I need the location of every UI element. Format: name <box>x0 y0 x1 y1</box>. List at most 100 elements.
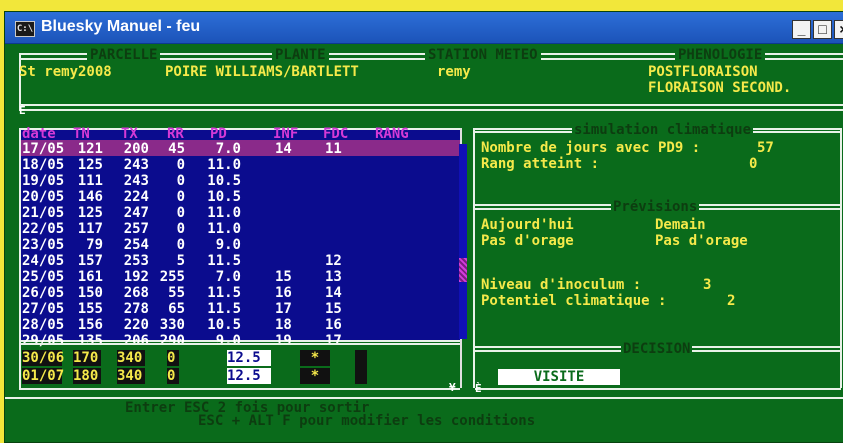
parcelle-value[interactable]: St remy2008 <box>19 64 112 80</box>
cell-date: 17/05 <box>22 141 65 157</box>
forecast-cell-rr[interactable]: 0 <box>167 368 179 384</box>
cell-rr: 45 <box>168 141 185 157</box>
forecast-cell-date[interactable]: 30/06 <box>22 350 64 366</box>
cell-tx: 268 <box>123 285 149 301</box>
frame-corner: È <box>19 104 26 117</box>
inoculum-value: 3 <box>703 277 712 293</box>
cell-inf: 16 <box>275 285 292 301</box>
cell-tn: 117 <box>77 221 103 237</box>
cell-rr: 55 <box>168 285 185 301</box>
cell-pd: 7.0 <box>215 269 241 285</box>
cell-tx: 257 <box>123 221 149 237</box>
today-label: Aujourd'hui <box>481 217 574 233</box>
frame-line <box>19 128 21 388</box>
cell-tx: 220 <box>123 317 149 333</box>
potentiel-label: Potentiel climatique : <box>481 293 667 309</box>
cell-rr: 0 <box>176 189 185 205</box>
decision-value[interactable]: VISITE <box>498 369 620 385</box>
cell-rr: 255 <box>159 269 185 285</box>
maximize-button[interactable]: □ <box>813 20 832 39</box>
scrollbar-track[interactable] <box>459 144 467 339</box>
col-tn: TN <box>73 126 90 142</box>
station-value[interactable]: remy <box>437 64 471 80</box>
cell-pd: 9.0 <box>215 333 241 349</box>
frame-corner: È <box>475 382 482 395</box>
cell-rr: 330 <box>159 317 185 333</box>
cell-rr: 0 <box>176 237 185 253</box>
today-forecast: Pas d'orage <box>481 233 574 249</box>
console-window: C:\ Bluesky Manuel - feu _ □ × PARCELLE … <box>4 11 843 443</box>
phenologie-stage-1: POSTFLORAISON <box>648 64 758 80</box>
cell-tn: 135 <box>77 333 103 349</box>
cell-tn: 146 <box>77 189 103 205</box>
decision-title: DECISION <box>621 341 693 357</box>
cell-tn: 161 <box>77 269 103 285</box>
cell-tx: 224 <box>123 189 149 205</box>
cell-date: 18/05 <box>22 157 65 173</box>
cell-fdc: 13 <box>325 269 342 285</box>
cell-pd: 11.0 <box>207 157 241 173</box>
cell-fdc: 15 <box>325 301 342 317</box>
forecast-cell-tx[interactable]: 340 <box>117 368 145 384</box>
forecast-cell-pd[interactable]: 12.5 <box>227 350 271 366</box>
cell-pd: 10.5 <box>207 189 241 205</box>
cell-pd: 10.5 <box>207 317 241 333</box>
forecast-cell-tn[interactable]: 170 <box>73 350 101 366</box>
header-parcelle: PARCELLE <box>87 47 161 63</box>
forecast-cell-rr[interactable]: 0 <box>167 350 179 366</box>
forecast-cell-tn[interactable]: 180 <box>73 368 101 384</box>
cell-tx: 200 <box>123 141 149 157</box>
title-bar[interactable]: C:\ Bluesky Manuel - feu _ □ × <box>5 12 843 44</box>
window-title: Bluesky Manuel - feu <box>41 18 201 35</box>
forecast-cell-inf[interactable]: * <box>300 368 330 384</box>
forecast-empty-cell[interactable] <box>355 350 367 384</box>
cell-tx: 278 <box>123 301 149 317</box>
tomorrow-label: Demain <box>655 217 706 233</box>
forecast-cell-tx[interactable]: 340 <box>117 350 145 366</box>
col-rang: RANG <box>375 126 409 142</box>
cell-tn: 150 <box>77 285 103 301</box>
cell-date: 26/05 <box>22 285 65 301</box>
cell-rr: 0 <box>176 221 185 237</box>
frame-line <box>473 128 475 388</box>
cell-tn: 157 <box>77 253 103 269</box>
potentiel-value: 2 <box>727 293 736 309</box>
scrollbar-thumb[interactable] <box>459 258 467 282</box>
inoculum-label: Niveau d'inoculum : <box>481 277 642 293</box>
cell-pd: 11.5 <box>207 285 241 301</box>
col-rr: RR <box>167 126 184 142</box>
pd9-value: 57 <box>757 140 774 156</box>
frame-line <box>475 388 841 390</box>
forecast-cell-inf[interactable]: * <box>300 350 330 366</box>
cell-tn: 111 <box>77 173 103 189</box>
console-app-icon[interactable]: C:\ <box>15 21 35 37</box>
plante-value[interactable]: POIRE WILLIAMS/BARTLETT <box>165 64 359 80</box>
tomorrow-forecast: Pas d'orage <box>655 233 748 249</box>
forecast-cell-pd[interactable]: 12.5 <box>227 368 271 384</box>
col-tx: TX <box>121 126 138 142</box>
cell-fdc: 11 <box>325 141 342 157</box>
cell-pd: 9.0 <box>215 237 241 253</box>
close-button[interactable]: × <box>834 20 843 39</box>
frame-line <box>19 104 843 106</box>
cell-rr: 5 <box>176 253 185 269</box>
cell-inf: 18 <box>275 317 292 333</box>
phenologie-stage-2: FLORAISON SECOND. <box>648 80 792 96</box>
cell-pd: 7.0 <box>215 141 241 157</box>
cell-tx: 192 <box>123 269 149 285</box>
header-phenologie: PHENOLOGIE <box>675 47 766 63</box>
header-plante: PLANTE <box>272 47 329 63</box>
minimize-button[interactable]: _ <box>792 20 811 39</box>
cell-rr: 0 <box>176 205 185 221</box>
forecast-cell-date[interactable]: 01/07 <box>22 368 64 384</box>
footer-help-2: ESC + ALT F pour modifier les conditions <box>198 413 536 429</box>
cell-fdc: 14 <box>325 285 342 301</box>
cell-pd: 11.0 <box>207 221 241 237</box>
cell-tx: 243 <box>123 173 149 189</box>
col-fdc: FDC <box>323 126 349 142</box>
cell-tx: 247 <box>123 205 149 221</box>
header-station-meteo: STATION METEO <box>425 47 541 63</box>
console-area: PARCELLE PLANTE STATION METEO PHENOLOGIE… <box>5 44 843 442</box>
rang-label: Rang atteint : <box>481 156 600 172</box>
cell-inf: 14 <box>275 141 292 157</box>
